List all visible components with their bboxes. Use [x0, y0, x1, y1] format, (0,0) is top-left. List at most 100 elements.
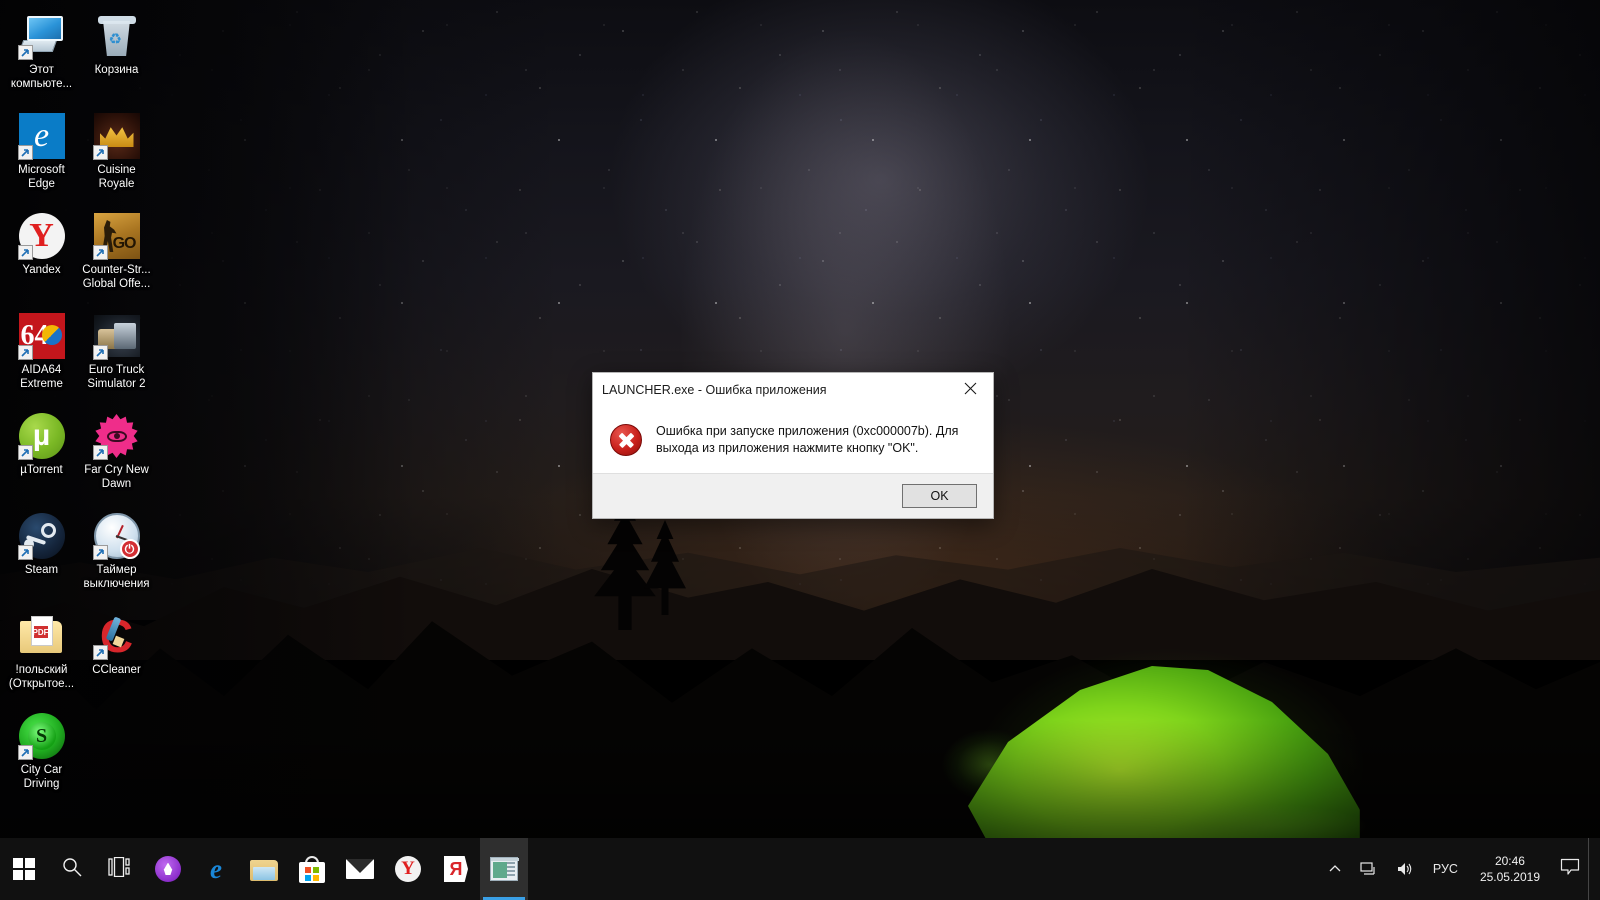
clock-date: 25.05.2019 [1479, 870, 1540, 884]
wallpaper-vignette-right [1180, 0, 1600, 620]
tray-volume-button[interactable] [1387, 838, 1423, 900]
desktop-icon-city-car-driving[interactable]: S City Car Driving [4, 706, 79, 806]
desktop-icon-microsoft-edge[interactable]: e Microsoft Edge [4, 106, 79, 206]
notification-icon [1560, 858, 1580, 881]
start-button[interactable] [0, 838, 48, 900]
desktop-icon-grid: Этот компьюте... ♻ Корзина e Microsoft E… [4, 6, 164, 806]
clock-time: 20:46 [1494, 854, 1525, 868]
desktop-icon-this-pc[interactable]: Этот компьюте... [4, 6, 79, 106]
dialog-footer: OK [593, 473, 993, 518]
dialog-titlebar[interactable]: LAUNCHER.exe - Ошибка приложения [593, 373, 993, 406]
tray-overflow-button[interactable] [1319, 838, 1351, 900]
action-center-button[interactable] [1552, 838, 1588, 900]
desktop-icon-csgo[interactable]: GO Counter-Str... Global Offe... [79, 206, 154, 306]
aida64-icon: 64 [17, 312, 66, 360]
desktop[interactable]: Этот компьюте... ♻ Корзина e Microsoft E… [0, 0, 1600, 900]
desktop-icon-label: AIDA64 Extreme [20, 364, 63, 390]
shortcut-overlay-icon [17, 545, 33, 560]
show-desktop-button[interactable] [1588, 838, 1596, 900]
desktop-icon-label: Counter-Str... Global Offe... [82, 264, 151, 290]
city-car-driving-icon: S [17, 712, 66, 760]
desktop-icon-cuisine-royale[interactable]: Cuisine Royale [79, 106, 154, 206]
desktop-icon-label: !польский (Открытое... [8, 664, 75, 690]
desktop-icon-label: Euro Truck Simulator 2 [87, 364, 146, 390]
clock[interactable]: 20:46 25.05.2019 [1468, 838, 1552, 900]
shortcut-overlay-icon [92, 145, 108, 160]
counter-strike-icon: GO [92, 212, 141, 260]
taskbar-app-yandex-browser[interactable]: Y [384, 838, 432, 900]
euro-truck-simulator-icon [92, 312, 141, 360]
ccleaner-icon: C [92, 612, 141, 660]
microsoft-edge-icon: e [210, 853, 222, 884]
task-view-icon [108, 856, 132, 882]
chevron-up-icon [1328, 862, 1342, 876]
alice-assistant-icon [154, 855, 182, 883]
desktop-icon-yandex[interactable]: Y Yandex [4, 206, 79, 306]
taskbar[interactable]: e Y Я РУС 20:46 25.05.2019 [0, 838, 1600, 900]
this-pc-icon [17, 12, 66, 60]
application-error-dialog[interactable]: LAUNCHER.exe - Ошибка приложения Ошибка … [592, 372, 994, 519]
shortcut-overlay-icon [17, 345, 33, 360]
desktop-icon-utorrent[interactable]: µ µTorrent [4, 406, 79, 506]
desktop-icon-ccleaner[interactable]: C CCleaner [79, 606, 154, 706]
search-button[interactable] [48, 838, 96, 900]
desktop-icon-label: Cuisine Royale [97, 164, 136, 190]
desktop-icon-label: Steam [24, 564, 59, 576]
desktop-icon-label: CCleaner [92, 664, 141, 676]
desktop-icon-far-cry-new-dawn[interactable]: Far Cry New Dawn [79, 406, 154, 506]
utorrent-icon: µ [17, 412, 66, 460]
folder-document-icon: PDF [18, 612, 66, 660]
desktop-icon-label: Таймер выключения [83, 564, 150, 590]
tray-network-button[interactable] [1351, 838, 1387, 900]
system-tray: РУС 20:46 25.05.2019 [1319, 838, 1600, 900]
desktop-icon-label: City Car Driving [20, 764, 63, 790]
language-indicator[interactable]: РУС [1423, 838, 1468, 900]
cuisine-royale-icon [92, 112, 141, 160]
taskbar-app-mail[interactable] [336, 838, 384, 900]
desktop-icon-steam[interactable]: Steam [4, 506, 79, 606]
desktop-icon-label: Far Cry New Dawn [84, 464, 149, 490]
taskbar-app-file-explorer[interactable] [240, 838, 288, 900]
shortcut-overlay-icon [17, 245, 33, 260]
shortcut-overlay-icon [92, 645, 108, 660]
shortcut-overlay-icon [17, 745, 33, 760]
shortcut-overlay-icon [17, 45, 33, 60]
task-view-button[interactable] [96, 838, 144, 900]
yandex-icon: Я [442, 855, 470, 883]
taskbar-app-yandex[interactable]: Я [432, 838, 480, 900]
taskbar-app-microsoft-store[interactable] [288, 838, 336, 900]
desktop-icon-recycle-bin[interactable]: ♻ Корзина [79, 6, 154, 106]
desktop-icon-label: µTorrent [20, 464, 63, 476]
desktop-icon-label: Yandex [22, 264, 61, 276]
error-circle-x-icon [610, 424, 642, 456]
windows-logo-icon [13, 858, 35, 880]
application-window-icon [490, 855, 519, 883]
desktop-icon-aida64[interactable]: 64 AIDA64 Extreme [4, 306, 79, 406]
search-icon [61, 856, 83, 883]
shortcut-overlay-icon [92, 445, 108, 460]
desktop-icon-polish-folder[interactable]: PDF !польский (Открытое... [4, 606, 79, 706]
taskbar-app-alice[interactable] [144, 838, 192, 900]
dialog-body: Ошибка при запуске приложения (0xc000007… [593, 406, 993, 473]
shortcut-overlay-icon [92, 545, 108, 560]
desktop-icon-shutdown-timer[interactable]: ⏻ Таймер выключения [79, 506, 154, 606]
taskbar-app-launcher-window[interactable] [480, 838, 528, 900]
shortcut-overlay-icon [92, 245, 108, 260]
yandex-icon: Y [17, 212, 66, 260]
recycle-bin-icon: ♻ [93, 12, 141, 60]
shortcut-overlay-icon [92, 345, 108, 360]
desktop-icon-euro-truck-simulator-2[interactable]: Euro Truck Simulator 2 [79, 306, 154, 406]
steam-icon [17, 512, 66, 560]
mail-icon [346, 855, 374, 883]
ok-button[interactable]: OK [902, 484, 977, 508]
microsoft-store-icon [298, 855, 326, 883]
shutdown-timer-icon: ⏻ [92, 512, 141, 560]
taskbar-app-microsoft-edge[interactable]: e [192, 838, 240, 900]
speaker-icon [1396, 861, 1414, 877]
desktop-icon-label: Этот компьюте... [10, 64, 73, 90]
close-icon[interactable] [948, 373, 993, 403]
microsoft-edge-icon: e [17, 112, 66, 160]
dialog-title: LAUNCHER.exe - Ошибка приложения [602, 382, 827, 397]
desktop-icon-label: Корзина [94, 64, 139, 76]
yandex-browser-icon: Y [394, 855, 422, 883]
